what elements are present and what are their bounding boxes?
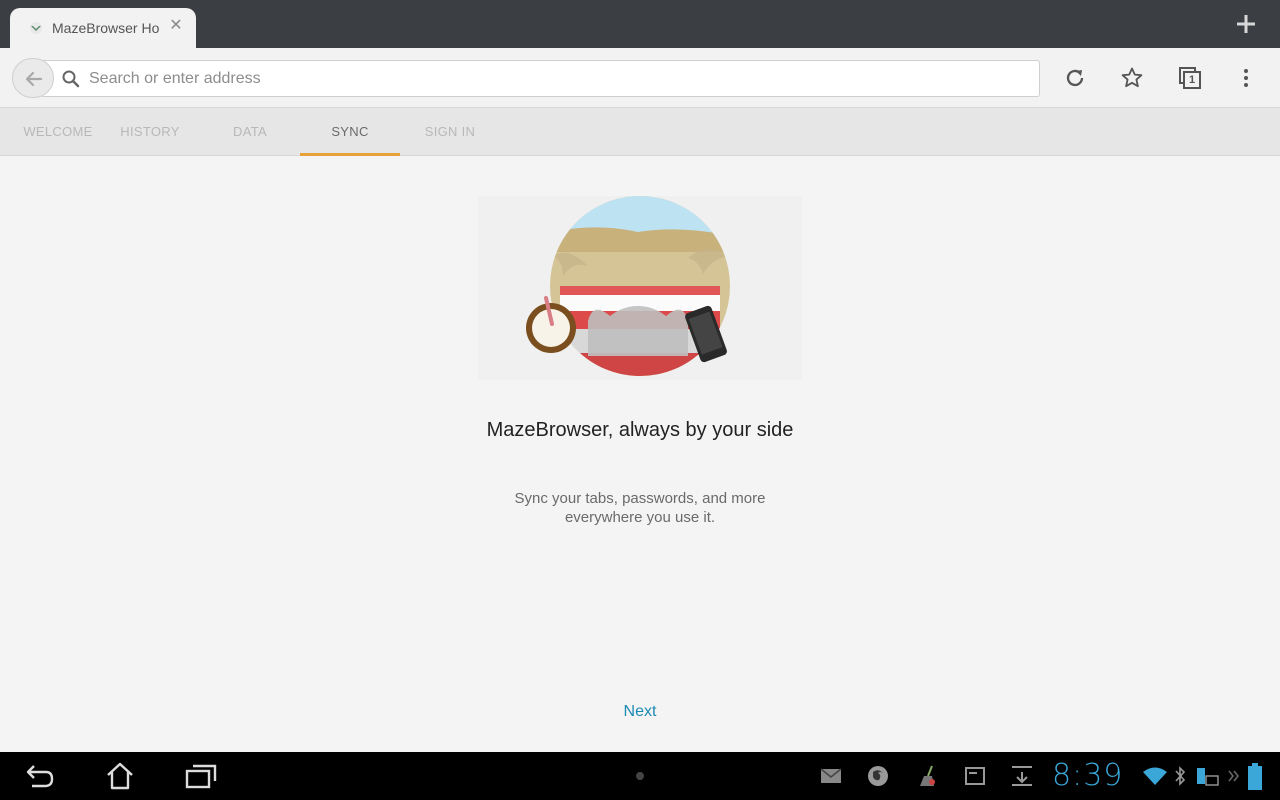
close-icon[interactable]: ✕ — [168, 18, 184, 34]
chevron-right-icon — [1228, 770, 1240, 782]
tab-welcome[interactable]: WELCOME — [8, 108, 108, 156]
tab-strip: MazeBrowser Ho ✕ — [0, 0, 1280, 48]
back-button[interactable] — [12, 58, 54, 98]
tab-switcher-button[interactable]: 1 — [1178, 66, 1202, 90]
plus-icon[interactable] — [1234, 12, 1258, 36]
page-description: Sync your tabs, passwords, and more ever… — [514, 490, 766, 526]
browser-toolbar: 1 — [0, 48, 1280, 108]
wifi-icon — [1143, 767, 1167, 785]
tab-data[interactable]: DATA — [200, 108, 300, 156]
tab-count: 1 — [1188, 74, 1196, 86]
mail-icon[interactable] — [820, 766, 842, 786]
browser-tab[interactable]: MazeBrowser Ho ✕ — [10, 8, 196, 48]
tab-history[interactable]: HISTORY — [100, 108, 200, 156]
next-button[interactable]: Next — [600, 700, 680, 724]
star-icon[interactable] — [1120, 66, 1144, 90]
recent-apps-icon[interactable] — [184, 762, 218, 790]
menu-dot-icon — [636, 772, 644, 780]
tab-sync[interactable]: SYNC — [300, 108, 400, 156]
maze-browser-logo-icon — [30, 22, 42, 34]
address-input[interactable] — [89, 66, 989, 92]
bluetooth-icon — [1175, 766, 1186, 786]
firefox-icon[interactable] — [867, 765, 889, 787]
clock: 8:39 — [1052, 758, 1124, 793]
beach-illustration-image — [526, 196, 730, 376]
screenshot-icon[interactable] — [964, 766, 986, 786]
reload-icon[interactable] — [1063, 66, 1087, 90]
overflow-menu-icon[interactable] — [1234, 66, 1258, 90]
cleaner-icon[interactable] — [916, 764, 938, 788]
home-icon[interactable] — [104, 760, 136, 792]
system-navigation-bar: 8:39 — [0, 752, 1280, 800]
onboarding-tabs: WELCOME HISTORY DATA SYNC SIGN IN — [0, 108, 1280, 156]
tab-sign-in[interactable]: SIGN IN — [400, 108, 500, 156]
sync-illustration — [478, 196, 802, 380]
keyboard-battery-icon — [1197, 768, 1219, 786]
back-icon[interactable] — [24, 762, 56, 790]
back-arrow-icon — [25, 71, 43, 87]
sync-page: MazeBrowser, always by your side Sync yo… — [0, 156, 1280, 752]
address-bar[interactable] — [40, 60, 1040, 97]
battery-icon — [1248, 763, 1262, 790]
page-headline: MazeBrowser, always by your side — [486, 419, 794, 441]
search-icon — [62, 70, 80, 88]
tab-title: MazeBrowser Ho — [52, 20, 160, 36]
download-icon[interactable] — [1010, 764, 1034, 788]
